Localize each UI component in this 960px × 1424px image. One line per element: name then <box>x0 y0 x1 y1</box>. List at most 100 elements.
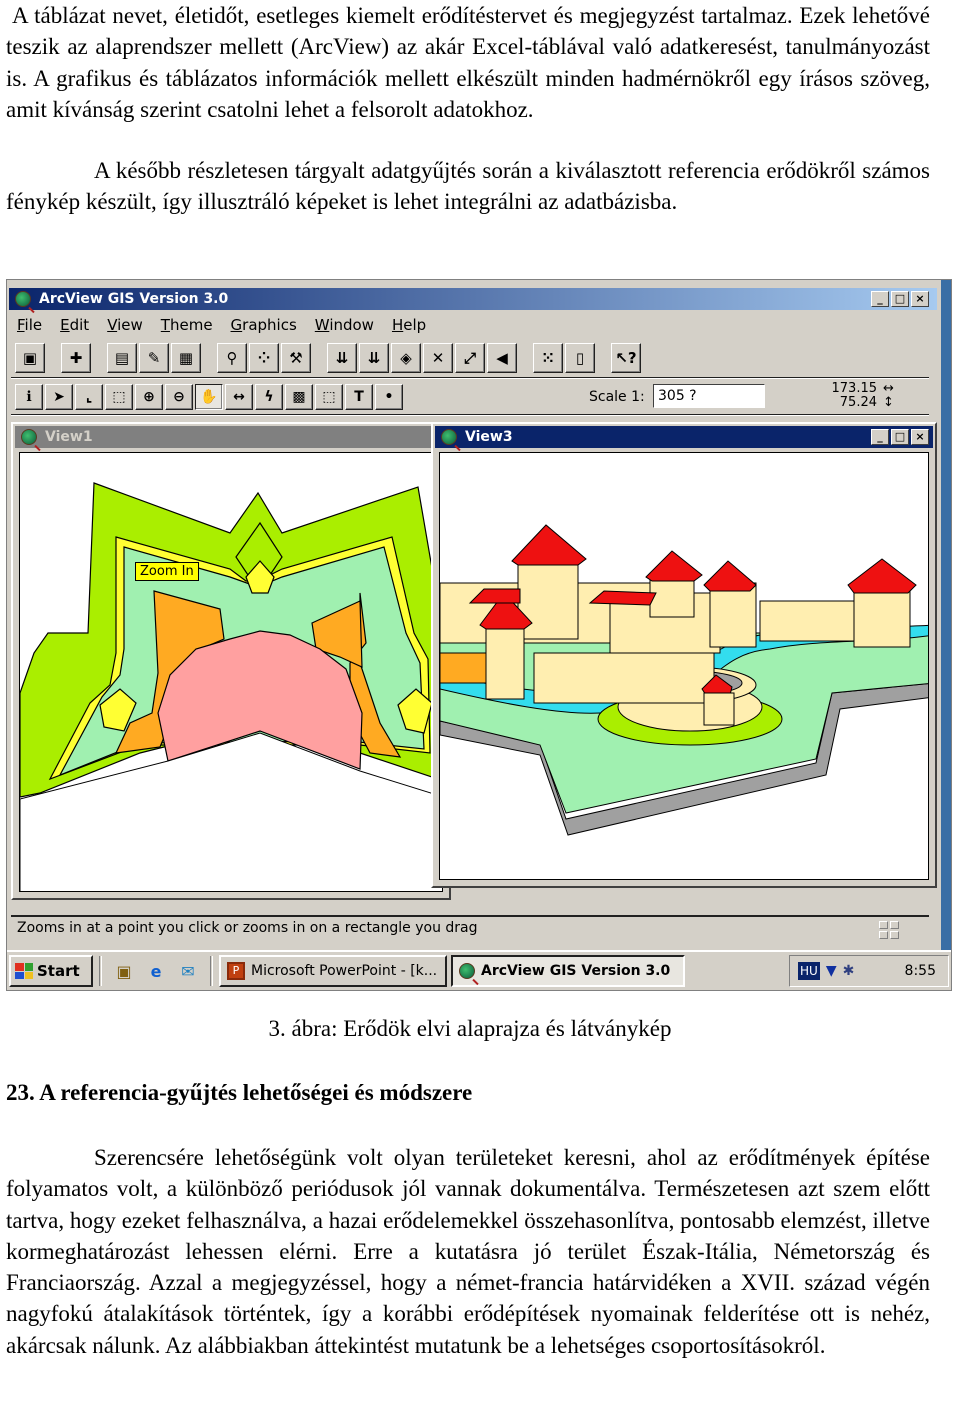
system-tray: HU ▼ ✱ 8:55 <box>789 955 949 987</box>
paragraph-intro: A táblázat nevet, életidőt, esetleges ki… <box>6 3 930 122</box>
zoom-to-full-extent-button[interactable]: ⇊ <box>327 343 357 373</box>
view3-titlebar[interactable]: View3 _ □ × <box>435 426 933 448</box>
add-theme-button[interactable]: ✚ <box>61 343 91 373</box>
section-heading: 23. A referencia-gyűjtés lehetőségei és … <box>6 1080 473 1105</box>
hot-link-icon: ϟ <box>264 389 274 405</box>
label-button[interactable]: ▩ <box>285 384 313 410</box>
close-button[interactable]: × <box>911 291 929 307</box>
network-icon[interactable]: ▼ <box>826 963 837 979</box>
hot-link-button[interactable]: ϟ <box>255 384 283 410</box>
theme-properties-button[interactable]: ▤ <box>107 343 137 373</box>
minimize-button[interactable]: _ <box>871 291 889 307</box>
taskbar-separator <box>99 956 102 986</box>
identify-icon: ℹ <box>26 389 32 405</box>
text-label-button[interactable]: ⬚ <box>315 384 343 410</box>
zoom-in-tooltip: Zoom In <box>135 562 199 581</box>
zoom-to-active-themes-button[interactable]: ⇊ <box>359 343 389 373</box>
coord-y: 75.24 <box>839 395 877 410</box>
open-theme-table-icon: ▦ <box>178 349 194 367</box>
orange-palisade <box>440 652 487 684</box>
locate-address-icon: ⁘ <box>257 349 271 367</box>
help-icon: ↖? <box>615 349 637 367</box>
zoom-to-selected-button[interactable]: ◈ <box>391 343 421 373</box>
view1-window[interactable]: View1 <box>11 422 451 900</box>
add-theme-icon: ✚ <box>69 349 83 367</box>
view3-title: View3 <box>465 429 513 445</box>
measure-button[interactable]: ↔ <box>225 384 253 410</box>
draw-point-button[interactable]: • <box>375 384 403 410</box>
language-indicator[interactable]: HU <box>798 962 820 980</box>
text-button[interactable]: T <box>345 384 373 410</box>
powerpoint-icon: P <box>227 962 245 980</box>
zoom-to-active-themes-icon: ⇊ <box>367 349 381 367</box>
clock[interactable]: 8:55 <box>905 963 936 979</box>
locate-address-button[interactable]: ⁘ <box>249 343 279 373</box>
zoom-previous-button[interactable]: ◀ <box>487 343 517 373</box>
zoom-in-fixed-icon: ✕ <box>431 349 445 367</box>
open-theme-table-button[interactable]: ▦ <box>171 343 201 373</box>
zoom-out-button[interactable]: ⊖ <box>165 384 193 410</box>
save-button[interactable]: ▣ <box>15 343 45 373</box>
zoom-to-selected-icon: ◈ <box>400 349 412 367</box>
taskbar-separator <box>210 956 213 986</box>
mdi-area: View1 Zoom In View3 _ □ × <box>11 420 937 910</box>
help-button[interactable]: ↖? <box>611 343 641 373</box>
show-desktop-icon[interactable]: ▣ <box>112 959 136 983</box>
view1-title: View1 <box>45 429 93 445</box>
save-icon: ▣ <box>22 349 38 367</box>
toolbar-separator <box>11 414 929 416</box>
tower-middle-roof <box>645 550 703 582</box>
zoom-in-button[interactable]: ⊕ <box>135 384 163 410</box>
tower-right-roof <box>703 560 757 592</box>
coord-x: 173.15 <box>831 381 878 396</box>
view3-close-button[interactable]: × <box>911 429 929 445</box>
view3-maximize-button[interactable]: □ <box>891 429 909 445</box>
outlook-express-icon[interactable]: ✉ <box>176 959 200 983</box>
view3-map-canvas[interactable] <box>439 452 929 880</box>
menu-edit[interactable]: Edit <box>60 316 89 338</box>
query-builder-icon: ⚒ <box>289 349 303 367</box>
scheduler-icon[interactable]: ✱ <box>843 963 855 979</box>
zoom-out-fixed-button[interactable]: ⤢ <box>455 343 485 373</box>
zoom-in-fixed-button[interactable]: ✕ <box>423 343 453 373</box>
find-button[interactable]: ⚲ <box>217 343 247 373</box>
desktop-edge <box>941 280 951 950</box>
menu-graphics[interactable]: Graphics <box>231 316 297 338</box>
theme-properties-icon: ▤ <box>114 349 130 367</box>
task-arcview[interactable]: ArcView GIS Version 3.0 <box>451 955 685 987</box>
figure-caption: 3. ábra: Erődök elvi alaprajza és látván… <box>0 1016 940 1042</box>
query-builder-button[interactable]: ⚒ <box>281 343 311 373</box>
window-tile-icon <box>879 921 899 939</box>
scale-input[interactable]: 305 ? <box>653 384 765 408</box>
maximize-button[interactable]: □ <box>891 291 909 307</box>
menu-help[interactable]: Help <box>392 316 426 338</box>
tower-front-left <box>485 622 525 700</box>
windows-taskbar: Start ▣ e ✉ P Microsoft PowerPoint - [k.… <box>7 950 951 990</box>
clear-selected-features-button[interactable]: ▯ <box>565 343 595 373</box>
select-features-using-graphic-button[interactable]: ⁙ <box>533 343 563 373</box>
task-powerpoint[interactable]: P Microsoft PowerPoint - [k... <box>219 955 447 987</box>
paragraph-photos: A később részletesen tárgyalt adatgyűjté… <box>6 158 930 215</box>
view3-minimize-button[interactable]: _ <box>871 429 889 445</box>
select-feature-button[interactable]: ⬚ <box>105 384 133 410</box>
window-title: ArcView GIS Version 3.0 <box>39 291 229 307</box>
identify-button[interactable]: ℹ <box>15 384 43 410</box>
pan-icon: ✋ <box>200 389 218 405</box>
view1-map-canvas[interactable] <box>19 452 443 892</box>
menu-file[interactable]: File <box>17 316 42 338</box>
start-label: Start <box>37 962 80 980</box>
view1-titlebar[interactable]: View1 <box>15 426 447 448</box>
edit-legend-button[interactable]: ✎ <box>139 343 169 373</box>
arcview-titlebar[interactable]: ArcView GIS Version 3.0 _ □ × <box>9 288 937 310</box>
pan-button[interactable]: ✋ <box>195 384 223 410</box>
start-button[interactable]: Start <box>9 955 93 987</box>
menu-theme[interactable]: Theme <box>161 316 213 338</box>
view3-window[interactable]: View3 _ □ × <box>431 422 937 888</box>
menu-window[interactable]: Window <box>315 316 374 338</box>
toolbar-separator <box>11 377 929 379</box>
tool-bar: ℹ ➤ ⌞ ⬚ ⊕ ⊖ ✋ ↔ ϟ ▩ ⬚ T • <box>15 380 405 414</box>
pointer-button[interactable]: ➤ <box>45 384 73 410</box>
vertex-edit-button[interactable]: ⌞ <box>75 384 103 410</box>
menu-view[interactable]: View <box>107 316 143 338</box>
internet-explorer-icon[interactable]: e <box>144 959 168 983</box>
